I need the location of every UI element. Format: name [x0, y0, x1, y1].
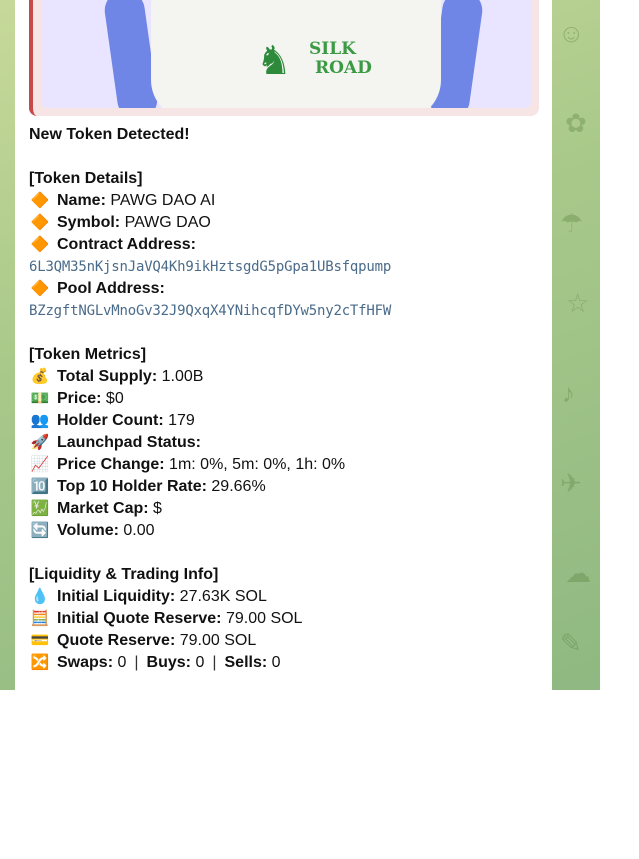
camel-logo-icon: ♞	[256, 39, 292, 83]
holder-count-row: 👥 Holder Count: 179	[29, 410, 549, 432]
contract-address-value[interactable]: 6L3QM35nKjsnJaVQ4Kh9ikHztsgdG5pGpa1UBsfq…	[29, 256, 549, 278]
doodle-icon: ☂	[560, 208, 584, 238]
keycap-ten-icon: 🔟	[30, 478, 50, 495]
initial-liquidity-row: 💧 Initial Liquidity: 27.63K SOL	[29, 586, 549, 608]
money-bag-icon: 💰	[30, 368, 50, 385]
message-text: New Token Detected! [Token Details] 🔶 Nam…	[29, 124, 549, 674]
swaps-row: 🔀 Swaps: 0 | Buys: 0 | Sells: 0	[29, 652, 549, 674]
doodle-icon: ☁	[565, 558, 591, 588]
doodle-icon: ✈	[560, 468, 582, 498]
liquidity-header: [Liquidity & Trading Info]	[29, 566, 219, 583]
doodle-icon: ☺	[558, 18, 585, 48]
volume-row: 🔄 Volume: 0.00	[29, 520, 549, 542]
rocket-icon: 🚀	[30, 434, 50, 451]
total-supply-row: 💰 Total Supply: 1.00B	[29, 366, 549, 388]
chart-increasing-icon: 📈	[30, 456, 50, 473]
doodle-icon: ✎	[560, 628, 582, 658]
price-change-row: 📈 Price Change: 1m: 0%, 5m: 0%, 1h: 0%	[29, 454, 549, 476]
shuffle-icon: 🔀	[30, 654, 50, 671]
price-row: 💵 Price: $0	[29, 388, 549, 410]
contract-address-row: 🔶 Contract Address:	[29, 234, 549, 256]
doodle-icon: ☆	[566, 288, 590, 318]
token-symbol-row: 🔶 Symbol: PAWG DAO	[29, 212, 549, 234]
token-details-header: [Token Details]	[29, 170, 143, 187]
orange-diamond-icon: 🔶	[30, 192, 50, 209]
droplet-icon: 💧	[30, 588, 50, 605]
quote-reserve-row: 💳 Quote Reserve: 79.00 SOL	[29, 630, 549, 652]
token-metrics-header: [Token Metrics]	[29, 346, 147, 363]
chart-yen-icon: 💹	[30, 500, 50, 517]
people-icon: 👥	[30, 412, 50, 429]
token-symbol-value: PAWG DAO	[124, 214, 211, 231]
credit-card-icon: 💳	[30, 632, 50, 649]
message-title: New Token Detected!	[29, 126, 190, 143]
abacus-icon: 🧮	[30, 610, 50, 627]
market-cap-row: 💹 Market Cap: $	[29, 498, 549, 520]
orange-diamond-icon: 🔶	[30, 214, 50, 231]
reply-preview[interactable]: ♞ SILK ROAD	[29, 0, 539, 116]
launchpad-status-row: 🚀 Launchpad Status:	[29, 432, 549, 454]
image-shirt	[151, 0, 441, 108]
separator: |	[134, 654, 139, 671]
token-image[interactable]: ♞ SILK ROAD	[41, 0, 531, 108]
orange-diamond-icon: 🔶	[30, 280, 50, 297]
dollar-banknote-icon: 💵	[30, 390, 50, 407]
shirt-logo-text: SILK ROAD	[309, 39, 372, 78]
pool-address-value[interactable]: BZzgftNGLvMnoGv32J9QxqX4YNihcqfDYw5ny2cT…	[29, 300, 549, 322]
initial-quote-reserve-row: 🧮 Initial Quote Reserve: 79.00 SOL	[29, 608, 549, 630]
token-name-row: 🔶 Name: PAWG DAO AI	[29, 190, 549, 212]
pool-address-row: 🔶 Pool Address:	[29, 278, 549, 300]
refresh-arrows-icon: 🔄	[30, 522, 50, 539]
doodle-icon: ✿	[565, 108, 587, 138]
doodle-icon: ♪	[562, 378, 575, 408]
orange-diamond-icon: 🔶	[30, 236, 50, 253]
separator: |	[212, 654, 217, 671]
token-name-value: PAWG DAO AI	[110, 192, 216, 209]
top10-holder-rate-row: 🔟 Top 10 Holder Rate: 29.66%	[29, 476, 549, 498]
